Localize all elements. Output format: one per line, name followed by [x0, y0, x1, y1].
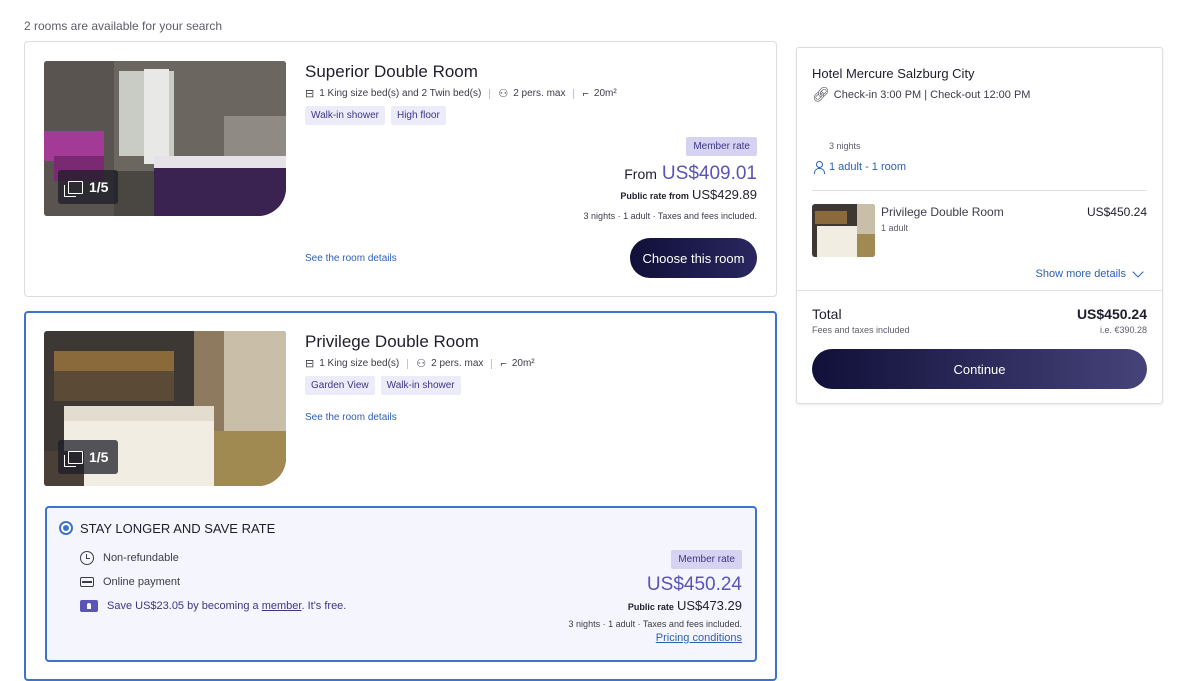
- room-title: Privilege Double Room: [305, 332, 479, 351]
- member-link[interactable]: member: [262, 600, 302, 612]
- room-photo[interactable]: 1/5: [44, 61, 286, 216]
- room-features: ⊟ 1 King size bed(s) ⚇ 2 pers. max ⌐ 20m…: [305, 357, 535, 371]
- card-icon: [80, 577, 94, 587]
- rate-title: STAY LONGER AND SAVE RATE: [80, 521, 276, 536]
- gallery-icon: [64, 450, 83, 467]
- tag: High floor: [390, 106, 446, 125]
- choose-room-button[interactable]: Choose this room: [630, 238, 757, 278]
- member-rate-badge: Member rate: [686, 137, 757, 156]
- guests-selector[interactable]: 1 adult - 1 room: [814, 161, 906, 174]
- area-icon: ⌐: [500, 357, 507, 370]
- divider: [797, 290, 1162, 291]
- chevron-down-icon: [1132, 266, 1144, 278]
- divider: [812, 190, 1147, 191]
- availability-text: 2 rooms are available for your search: [24, 19, 223, 33]
- total-price: US$450.24: [1076, 306, 1147, 322]
- clock-icon: [80, 551, 94, 565]
- member-savings: Save US$23.05 by becoming a member. It's…: [80, 600, 346, 612]
- divider: [491, 358, 493, 369]
- rate-radio[interactable]: [59, 521, 73, 535]
- photo-counter[interactable]: 1/5: [58, 170, 119, 204]
- divider: [489, 88, 491, 99]
- room-title: Superior Double Room: [305, 62, 478, 81]
- rate-price: US$450.24: [646, 574, 742, 595]
- rate-option-selected[interactable]: STAY LONGER AND SAVE RATE Non-refundable…: [45, 506, 757, 662]
- room-tags: Garden View Walk-in shower: [305, 376, 461, 395]
- non-refundable: Non-refundable: [80, 551, 179, 565]
- from-price: From US$409.01: [624, 163, 757, 184]
- member-icon: [80, 600, 98, 612]
- continue-button[interactable]: Continue: [812, 349, 1147, 389]
- bed-icon: ⊟: [305, 358, 315, 370]
- room-card-privilege: 1/5 Privilege Double Room ⊟ 1 King size …: [24, 311, 777, 681]
- room-thumbnail: [812, 204, 875, 257]
- pricing-conditions-link[interactable]: Pricing conditions: [656, 632, 742, 644]
- check-times: 🔗︎ Check-in 3:00 PM | Check-out 12:00 PM: [812, 86, 1031, 102]
- room-details-link[interactable]: See the room details: [305, 253, 397, 264]
- total-euro: i.e. €390.28: [1099, 325, 1147, 335]
- photo-counter[interactable]: 1/5: [58, 440, 119, 474]
- persons-icon: ⚇: [416, 358, 427, 370]
- persons-icon: ⚇: [498, 88, 509, 100]
- divider: [407, 358, 409, 369]
- divider: [573, 88, 575, 99]
- room-tags: Walk-in shower High floor: [305, 106, 446, 125]
- tag: Walk-in shower: [305, 106, 385, 125]
- room-photo[interactable]: 1/5: [44, 331, 286, 486]
- person-icon: [814, 161, 825, 174]
- room-details-link[interactable]: See the room details: [305, 412, 397, 423]
- public-rate: Public rate US$473.29: [627, 598, 742, 613]
- summary-room-price: US$450.24: [1086, 205, 1147, 219]
- nights: 3 nights: [829, 141, 861, 151]
- tag: Garden View: [305, 376, 375, 395]
- taxes-note: 3 nights · 1 adult · Taxes and fees incl…: [583, 211, 757, 221]
- room-card-superior: 1/5 Superior Double Room ⊟ 1 King size b…: [24, 41, 777, 297]
- link-icon: 🔗︎: [812, 86, 830, 102]
- bed-icon: ⊟: [305, 88, 315, 100]
- hotel-name: Hotel Mercure Salzburg City: [812, 66, 975, 81]
- total-sub: Fees and taxes included: [812, 325, 910, 335]
- member-rate-badge: Member rate: [671, 550, 742, 569]
- public-rate: Public rate from US$429.89: [620, 187, 757, 202]
- gallery-icon: [64, 180, 83, 197]
- online-payment: Online payment: [80, 576, 180, 588]
- show-more-details[interactable]: Show more details: [1036, 266, 1144, 280]
- room-features: ⊟ 1 King size bed(s) and 2 Twin bed(s) ⚇…: [305, 87, 617, 101]
- total-label: Total: [812, 306, 842, 322]
- summary-room-name: Privilege Double Room: [881, 205, 1004, 219]
- summary-room-adults: 1 adult: [881, 223, 909, 233]
- taxes-note: 3 nights · 1 adult · Taxes and fees incl…: [568, 619, 742, 629]
- tag: Walk-in shower: [380, 376, 461, 395]
- area-icon: ⌐: [582, 87, 589, 100]
- booking-summary: Hotel Mercure Salzburg City 🔗︎ Check-in …: [796, 47, 1163, 404]
